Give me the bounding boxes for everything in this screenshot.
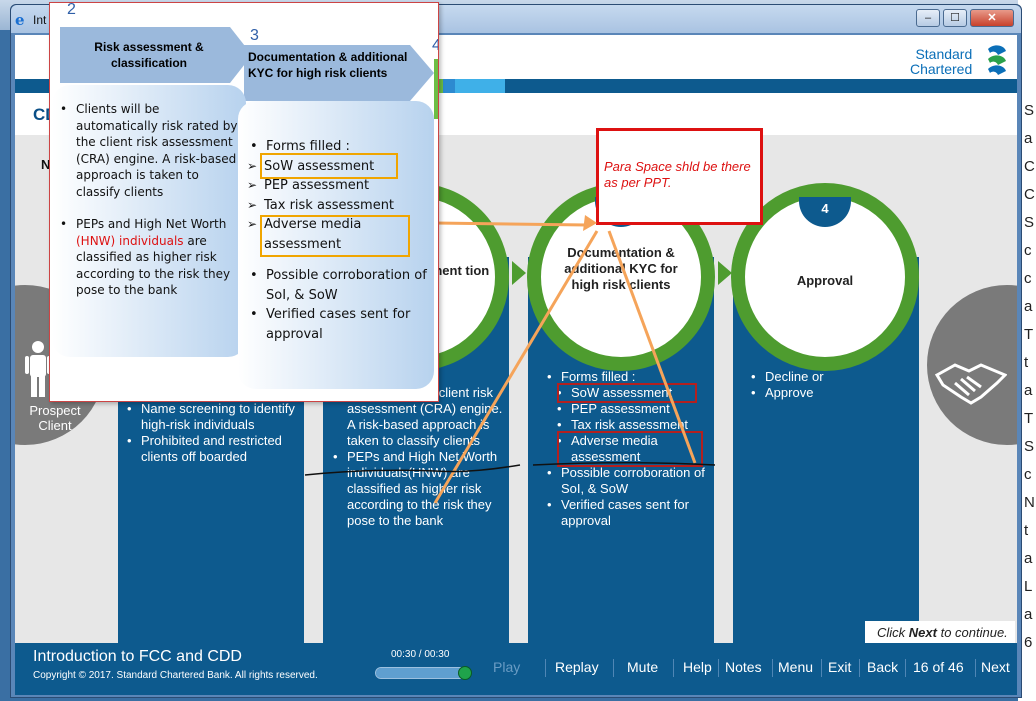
separator [613, 659, 614, 677]
overlay-left-item-red: (HNW) individuals [76, 233, 184, 248]
background-letter: T [1024, 326, 1034, 343]
ink-underline-left [304, 464, 521, 476]
play-button[interactable]: Play [493, 659, 520, 675]
notes-button[interactable]: Notes [725, 659, 762, 675]
overlay-step-2-title: Risk assessment & classification [94, 40, 204, 70]
overlay-adverse-media-highlight [260, 215, 410, 257]
separator [859, 659, 860, 677]
background-letter: 6 [1024, 634, 1033, 651]
menu-button[interactable]: Menu [778, 659, 813, 675]
seek-bar[interactable] [375, 666, 472, 680]
separator [821, 659, 822, 677]
separator [975, 659, 976, 677]
seek-bar-fill [376, 668, 466, 678]
background-letter: a [1024, 298, 1033, 315]
overlay-right-item: Possible corroboration of SoI, & SoW [250, 266, 436, 305]
internet-explorer-icon: e [15, 11, 25, 29]
course-title: Introduction to FCC and CDD [33, 648, 242, 665]
minimize-button[interactable]: – [916, 9, 940, 27]
overlay-sow-highlight [260, 153, 398, 179]
maximize-button[interactable]: ☐ [943, 9, 967, 27]
background-letter: N [1024, 494, 1035, 511]
overlay-step-3-title: Documentation & additional KYC for high … [248, 50, 408, 80]
separator [545, 659, 546, 677]
arrow-head-icon [583, 215, 597, 231]
background-letter: T [1024, 410, 1034, 427]
background-letter: c [1024, 270, 1032, 287]
background-letter: S [1024, 102, 1035, 119]
click-next-post: to continue. [936, 625, 1008, 640]
background-letter: a [1024, 550, 1033, 567]
background-letter: t [1024, 354, 1029, 371]
help-button[interactable]: Help [683, 659, 712, 675]
ink-underline-right [532, 461, 716, 466]
close-button[interactable]: ✕ [970, 9, 1014, 27]
overlay-right-item: Verified cases sent for approval [250, 305, 436, 344]
separator [718, 659, 719, 677]
separator [905, 659, 906, 677]
background-letter: S [1024, 214, 1035, 231]
window-title: Int [33, 13, 47, 27]
background-letter: S [1024, 438, 1035, 455]
background-letter: c [1024, 242, 1032, 259]
overlay-left-item: Clients will be automatically risk rated… [60, 101, 240, 200]
overlay-form-item: Tax risk assessment [247, 196, 436, 216]
chevron-step-4-edge [434, 59, 438, 119]
overlay-left-list: Clients will be automatically risk rated… [60, 101, 240, 299]
separator [772, 659, 773, 677]
next-button[interactable]: Next [981, 659, 1010, 675]
back-button[interactable]: Back [867, 659, 898, 675]
page-counter: 16 of 46 [913, 659, 964, 675]
exit-button[interactable]: Exit [828, 659, 851, 675]
click-next-pre: Click [877, 625, 909, 640]
mute-button[interactable]: Mute [627, 659, 658, 675]
time-readout: 00:30 / 00:30 [391, 649, 450, 660]
background-letter: a [1024, 382, 1033, 399]
seek-handle[interactable] [458, 666, 472, 680]
course-player-bar: Introduction to FCC and CDD Copyright © … [15, 643, 1017, 695]
pasted-reference-snippet: 2 3 4 Risk assessment & classification D… [49, 2, 439, 402]
arrow-line-right [607, 230, 697, 464]
click-next-bold: Next [908, 625, 937, 640]
background-letter: L [1024, 578, 1033, 595]
background-letter: c [1024, 466, 1032, 483]
overlay-left-item-part: PEPs and High Net Worth [76, 217, 227, 231]
replay-button[interactable]: Replay [555, 659, 599, 675]
background-letter: a [1024, 606, 1033, 623]
separator [673, 659, 674, 677]
background-letter: C [1024, 186, 1035, 203]
arrow-line-mid [433, 230, 599, 504]
background-letter: C [1024, 158, 1035, 175]
overlay-left-item: PEPs and High Net Worth (HNW) individual… [60, 216, 240, 299]
background-letter: t [1024, 522, 1029, 539]
click-next-hint: Click Next to continue. [865, 621, 1015, 643]
background-letter: a [1024, 130, 1033, 147]
arrow-line-top [434, 221, 588, 227]
copyright-text: Copyright © 2017. Standard Chartered Ban… [33, 670, 318, 681]
